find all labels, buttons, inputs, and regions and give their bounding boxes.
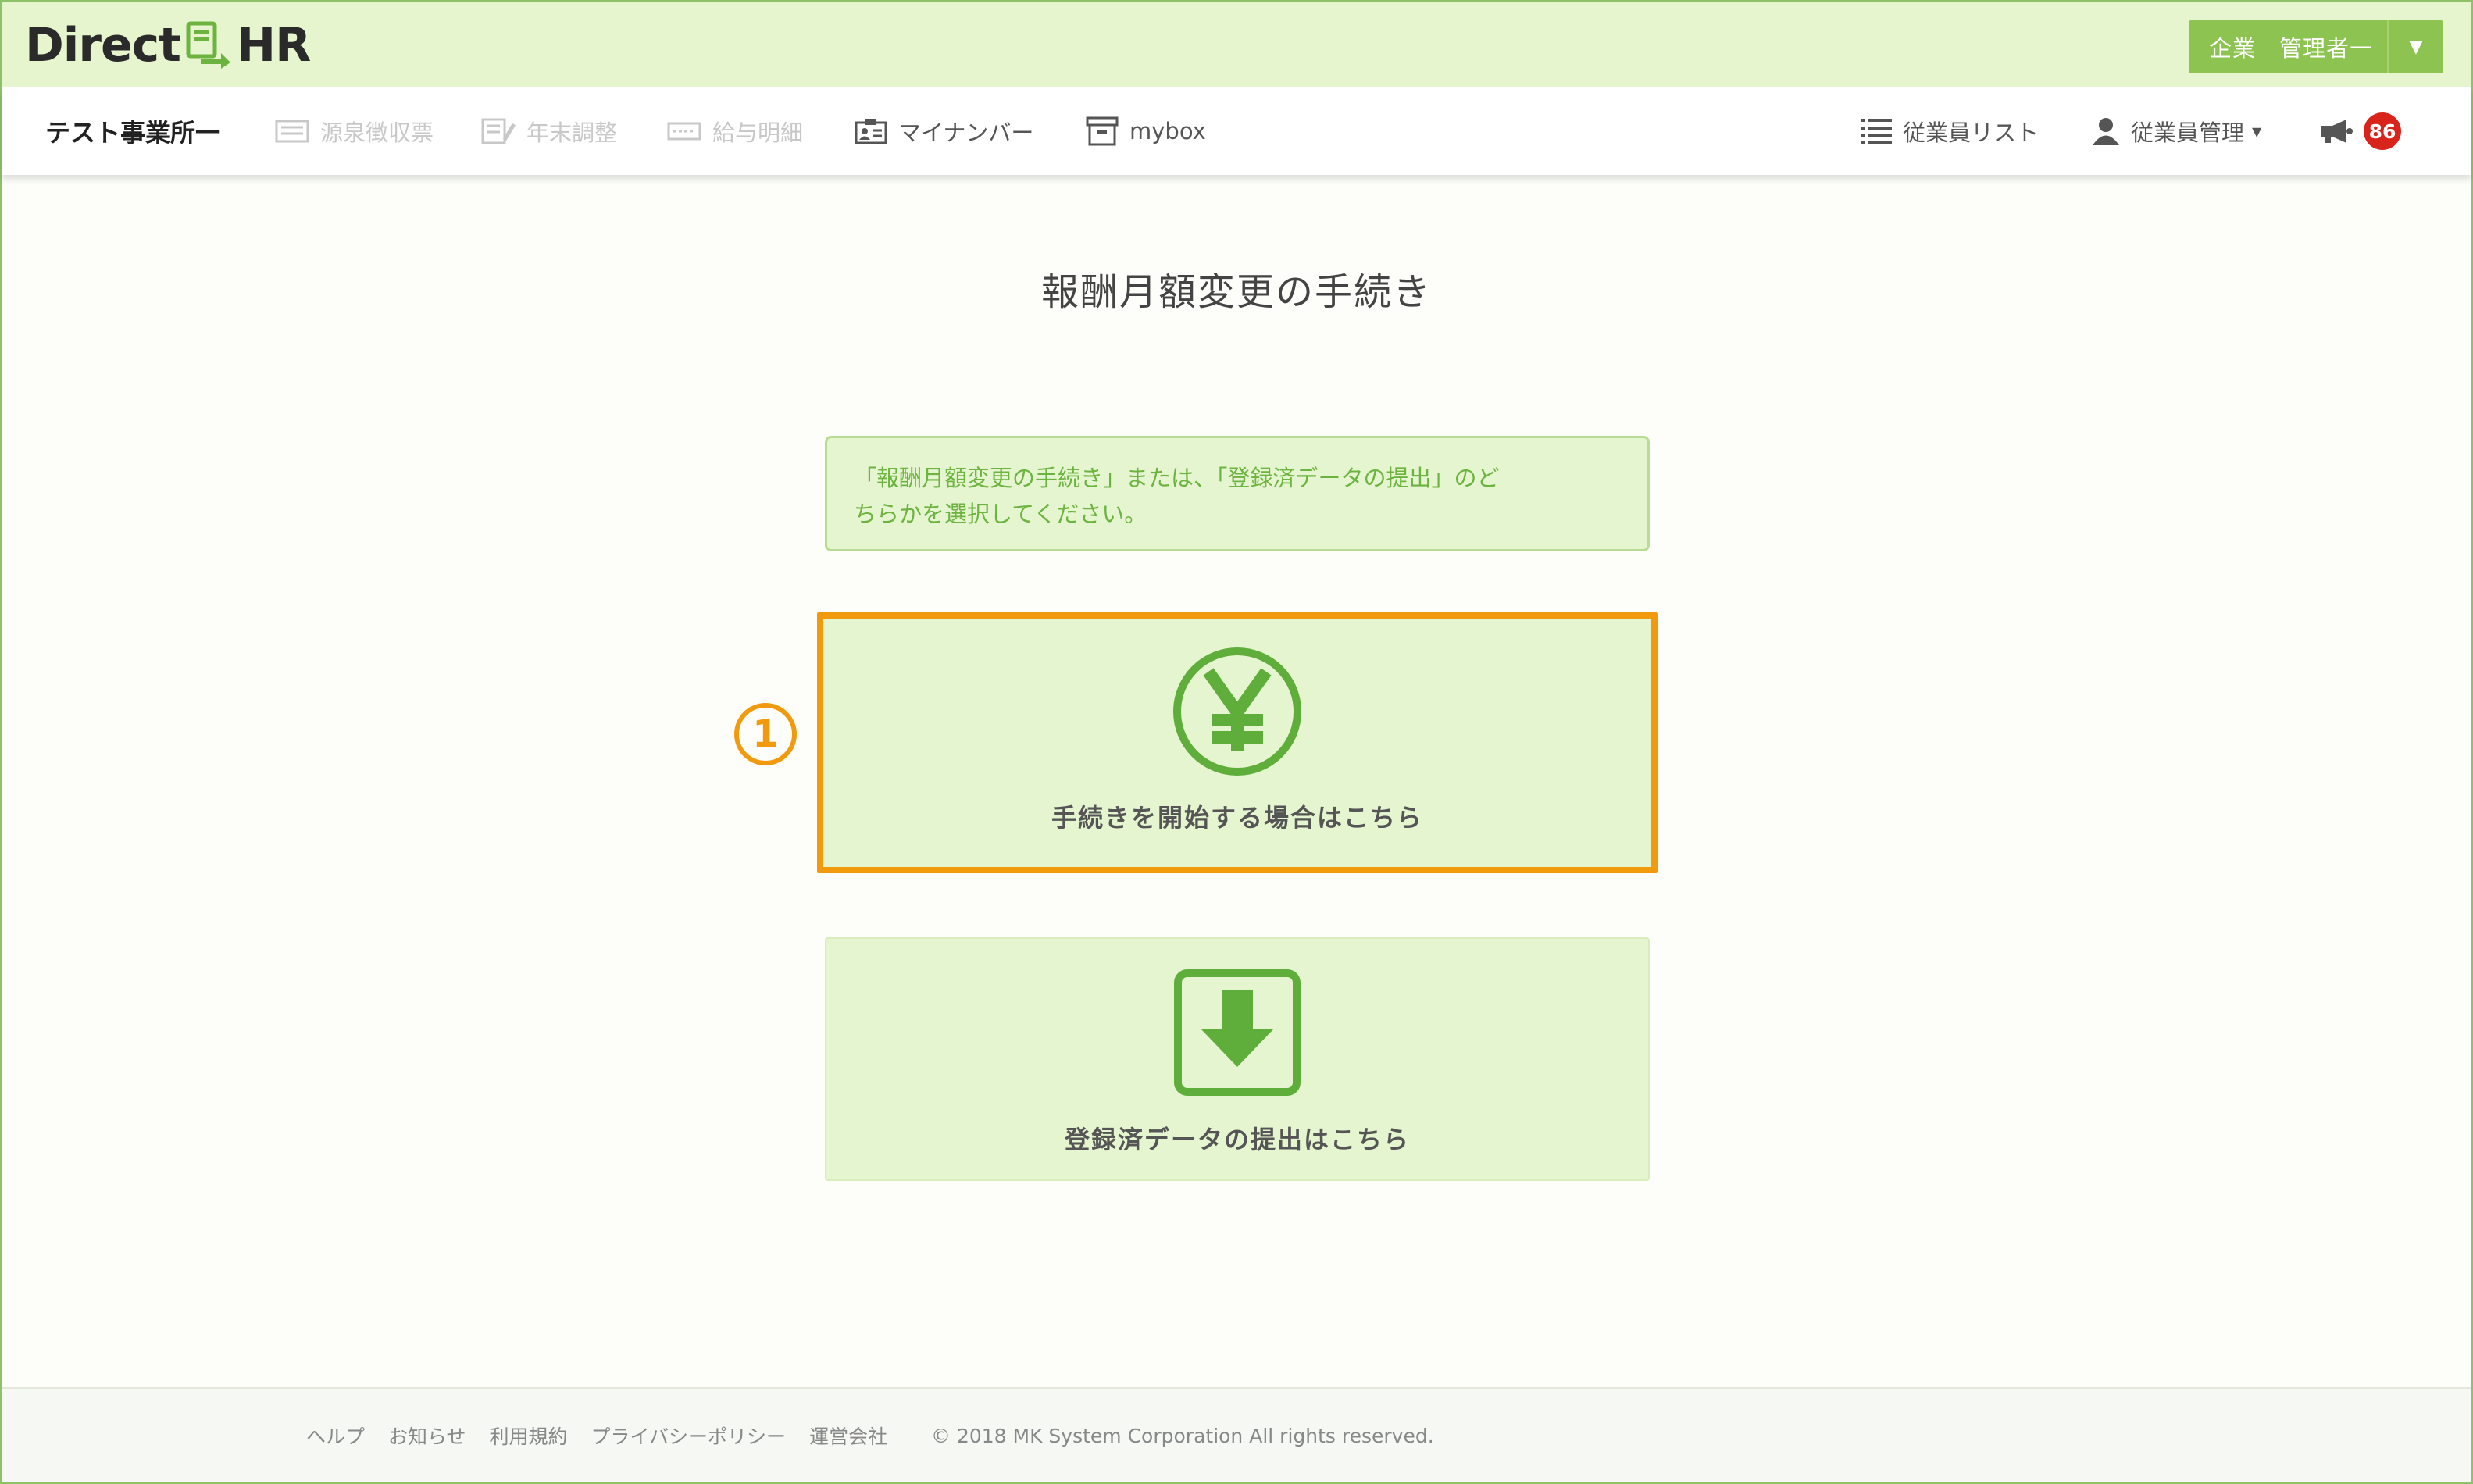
- nav-year-end-adjustment[interactable]: 年末調整: [481, 87, 617, 175]
- nav-my-number[interactable]: マイナンバー: [855, 87, 1033, 175]
- footer-link-news[interactable]: お知らせ: [388, 1422, 466, 1450]
- receipt-icon: [275, 120, 309, 143]
- id-card-icon: [855, 118, 887, 144]
- nav-employee-management-label: 従業員管理: [2131, 120, 2245, 146]
- footer-link-company[interactable]: 運営会社: [809, 1422, 887, 1450]
- admin-account-label: 企業 管理者一: [2209, 35, 2374, 62]
- logo[interactable]: Direct HR: [25, 14, 311, 77]
- nav-payslip-label: 給与明細: [712, 120, 804, 146]
- caret-down-icon[interactable]: ▼: [2389, 37, 2443, 57]
- nav-mybox[interactable]: mybox: [1086, 87, 1206, 175]
- footer-link-help[interactable]: ヘルプ: [306, 1422, 365, 1450]
- nav-employee-list[interactable]: 従業員リスト: [1861, 87, 2039, 175]
- document-edit-icon: [481, 118, 516, 144]
- instruction-line-2: ちらかを選択してください。: [854, 501, 1147, 527]
- nav-withholding-slip[interactable]: 源泉徴収票: [275, 87, 434, 175]
- start-procedure-label: 手続きを開始する場合はこちら: [1051, 803, 1423, 833]
- download-arrow-icon: [1174, 969, 1301, 1096]
- nav-employee-list-label: 従業員リスト: [1903, 120, 2039, 146]
- nav-withholding-slip-label: 源泉徴収票: [320, 120, 434, 146]
- notification-count-badge: 86: [2364, 112, 2401, 150]
- megaphone-icon: [2318, 118, 2354, 144]
- footer-link-terms[interactable]: 利用規約: [490, 1422, 568, 1450]
- nav-mybox-label: mybox: [1129, 118, 1206, 144]
- office-name[interactable]: テスト事業所一: [45, 87, 220, 175]
- logo-text-hr: HR: [236, 18, 311, 73]
- box-icon: [1086, 116, 1119, 146]
- caret-down-icon: ▼: [2252, 123, 2262, 139]
- instruction-message: 「報酬月額変更の手続き」または、「登録済データの提出」のど ちらかを選択してくだ…: [825, 436, 1650, 551]
- footer-link-privacy[interactable]: プライバシーポリシー: [591, 1422, 787, 1450]
- nav-employee-management-dropdown[interactable]: 従業員管理 ▼: [2092, 87, 2261, 175]
- notifications-button[interactable]: 86: [2318, 87, 2401, 175]
- page-title: 報酬月額変更の手続き: [1040, 270, 1432, 314]
- step-number-marker: 1: [734, 703, 797, 765]
- start-procedure-button[interactable]: 手続きを開始する場合はこちら: [817, 612, 1658, 873]
- submit-registered-data-label: 登録済データの提出はこちら: [1064, 1125, 1410, 1154]
- submit-registered-data-button[interactable]: 登録済データの提出はこちら: [825, 937, 1650, 1181]
- logo-text-direct: Direct: [25, 18, 181, 73]
- nav-year-end-adjustment-label: 年末調整: [526, 120, 618, 146]
- footer: ヘルプ お知らせ 利用規約 プライバシーポリシー 運営会社 © 2018 MK …: [2, 1387, 2471, 1482]
- list-icon: [1861, 117, 1892, 145]
- yen-circle-icon: [1173, 647, 1301, 776]
- copyright: © 2018 MK System Corporation All rights …: [931, 1424, 1434, 1447]
- nav-my-number-label: マイナンバー: [898, 120, 1034, 146]
- payslip-icon: [667, 122, 701, 141]
- nav-payslip[interactable]: 給与明細: [667, 87, 803, 175]
- instruction-line-1: 「報酬月額変更の手続き」または、「登録済データの提出」のど: [854, 465, 1500, 491]
- main-navbar: テスト事業所一 源泉徴収票 年末調整 給与明細 マイナンバー mybox 従業員…: [2, 87, 2471, 175]
- footer-links: ヘルプ お知らせ 利用規約 プライバシーポリシー 運営会社: [306, 1422, 887, 1450]
- top-header: Direct HR 企業 管理者一 ▼: [2, 2, 2471, 87]
- admin-account-dropdown[interactable]: 企業 管理者一 ▼: [2189, 20, 2443, 73]
- user-icon: [2092, 116, 2120, 146]
- logo-document-arrow-icon: [186, 21, 230, 69]
